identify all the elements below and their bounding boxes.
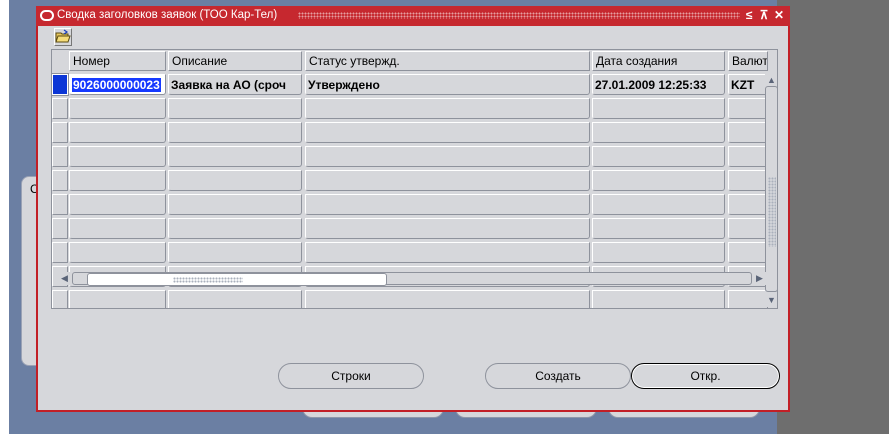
cell-currency-text: KZT (731, 78, 755, 92)
desktop-right-area (777, 0, 889, 434)
cell-number[interactable] (69, 170, 166, 191)
column-header-status[interactable]: Статус утвержд. (305, 51, 590, 71)
cell-number[interactable] (69, 242, 166, 263)
row-selector[interactable] (52, 194, 68, 215)
scroll-right-icon[interactable]: ▶ (753, 272, 766, 284)
vertical-scroll-grip[interactable] (768, 177, 776, 247)
create-button[interactable]: Создать (485, 363, 631, 389)
desktop-left-edge (0, 0, 9, 434)
cell-created[interactable] (592, 242, 725, 263)
horizontal-scroll-grip (173, 277, 243, 283)
close-icon[interactable]: ✕ (772, 8, 786, 23)
row-selector[interactable] (52, 146, 68, 167)
titlebar-drag-grip[interactable] (298, 12, 740, 19)
cell-number[interactable] (69, 194, 166, 215)
cell-currency[interactable]: KZT (728, 74, 768, 95)
cell-description[interactable] (168, 146, 302, 167)
open-button[interactable]: Откр. (631, 363, 780, 389)
cell-description-text: Заявка на АО (сроч (171, 78, 287, 92)
cell-status[interactable] (305, 194, 590, 215)
cell-description[interactable] (168, 194, 302, 215)
oracle-logo-icon (40, 10, 54, 21)
cell-currency[interactable] (728, 146, 768, 167)
cell-created[interactable] (592, 290, 725, 308)
cell-currency[interactable] (728, 194, 768, 215)
lines-button[interactable]: Строки (278, 363, 424, 389)
cell-currency[interactable] (728, 122, 768, 143)
cell-currency[interactable] (728, 290, 768, 308)
row-selector[interactable] (52, 98, 68, 119)
cell-currency[interactable] (728, 242, 768, 263)
cell-created[interactable] (592, 122, 725, 143)
open-folder-icon (55, 29, 71, 43)
cell-created[interactable] (592, 98, 725, 119)
cell-description[interactable] (168, 290, 302, 308)
cell-status[interactable] (305, 218, 590, 239)
minimize-icon[interactable]: ≤ (742, 8, 756, 23)
row-selector[interactable] (52, 242, 68, 263)
cell-number[interactable] (69, 218, 166, 239)
cell-currency[interactable] (728, 218, 768, 239)
maximize-icon[interactable]: ⊼ (757, 8, 771, 23)
scroll-down-icon[interactable]: ▼ (765, 294, 777, 306)
cell-status[interactable] (305, 242, 590, 263)
requisitions-table: Номер Описание Статус утвержд. Дата созд… (51, 49, 778, 309)
window-title: Сводка заголовков заявок (ТОО Кар-Тел) (57, 9, 278, 21)
column-header-number[interactable]: Номер (69, 51, 166, 71)
cell-status-text: Утверждено (308, 78, 380, 92)
scroll-up-icon[interactable]: ▲ (765, 74, 777, 86)
cell-status[interactable] (305, 122, 590, 143)
horizontal-scrollbar[interactable]: ◀ ▶ (58, 272, 766, 286)
column-header-description[interactable]: Описание (168, 51, 302, 71)
cell-created[interactable]: 27.01.2009 12:25:33 (592, 74, 725, 95)
window-titlebar[interactable]: Сводка заголовков заявок (ТОО Кар-Тел) ≤… (36, 6, 790, 26)
column-header-currency[interactable]: Валют (728, 51, 768, 71)
cell-description[interactable]: Заявка на АО (сроч (168, 74, 302, 95)
row-selector[interactable] (52, 218, 68, 239)
row-selector[interactable] (52, 170, 68, 191)
cell-description[interactable] (168, 242, 302, 263)
cell-description[interactable] (168, 122, 302, 143)
row-selector[interactable] (52, 73, 69, 96)
cell-created[interactable] (592, 170, 725, 191)
row-selector[interactable] (52, 290, 68, 308)
cell-status[interactable]: Утверждено (305, 74, 590, 95)
cell-number-text: 9026000000023 (72, 78, 161, 92)
row-selector[interactable] (52, 122, 68, 143)
cell-number[interactable] (69, 122, 166, 143)
horizontal-scroll-thumb[interactable] (87, 273, 387, 286)
cell-description[interactable] (168, 218, 302, 239)
cell-status[interactable] (305, 146, 590, 167)
open-folder-button[interactable] (54, 28, 72, 46)
vertical-scrollbar[interactable]: ▲ ▼ (765, 74, 777, 307)
cell-description[interactable] (168, 98, 302, 119)
cell-number[interactable]: 9026000000023 (69, 74, 166, 95)
scroll-left-icon[interactable]: ◀ (58, 272, 71, 284)
cell-created[interactable] (592, 146, 725, 167)
column-header-created[interactable]: Дата создания (592, 51, 725, 71)
cell-status[interactable] (305, 170, 590, 191)
cell-status[interactable] (305, 290, 590, 308)
cell-status[interactable] (305, 98, 590, 119)
cell-currency[interactable] (728, 170, 768, 191)
horizontal-scroll-track[interactable] (72, 272, 752, 286)
cell-number[interactable] (69, 98, 166, 119)
cell-number[interactable] (69, 146, 166, 167)
cell-currency[interactable] (728, 98, 768, 119)
cell-number[interactable] (69, 290, 166, 308)
cell-created[interactable] (592, 218, 725, 239)
cell-description[interactable] (168, 170, 302, 191)
cell-created-text: 27.01.2009 12:25:33 (595, 78, 707, 92)
vertical-scroll-track[interactable] (765, 86, 777, 292)
cell-created[interactable] (592, 194, 725, 215)
requisition-summary-window: Сводка заголовков заявок (ТОО Кар-Тел) ≤… (36, 6, 790, 412)
